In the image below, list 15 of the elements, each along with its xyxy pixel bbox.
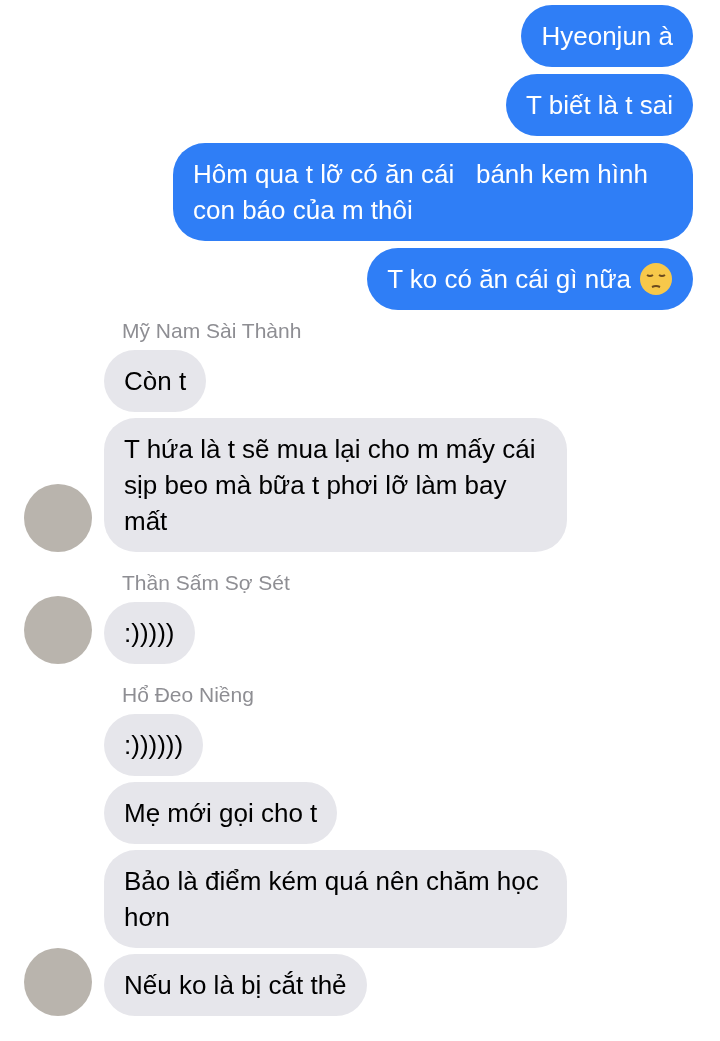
message-bubble: Mẹ mới gọi cho t	[104, 782, 338, 844]
message-bubble: Nếu ko là bị cắt thẻ	[104, 954, 367, 1016]
pensive-face-icon	[639, 262, 673, 296]
sender-name: Mỹ Nam Sài Thành	[121, 319, 302, 343]
sender-name: Hổ Đeo Niềng	[121, 683, 254, 707]
message-bubble: T hứa là t sẽ mua lại cho m mấy cái sịp beo mà bữa t phơi lỡ làm bay mất	[104, 418, 567, 552]
message-bubble: T biết là t sai	[506, 74, 693, 136]
message-bubble: Bảo là điểm kém quá nên chăm học hơn	[104, 850, 567, 948]
message-bubble: :)))))	[104, 602, 195, 664]
message-bubble: Hôm qua t lỡ có ăn cái bánh kem hình con báo của m thôi	[173, 143, 693, 241]
sender-name: Thần Sấm Sợ Sét	[121, 571, 290, 595]
message-bubble: :))))))	[104, 714, 204, 776]
message-bubble: T ko có ăn cái gì nữa	[367, 248, 693, 310]
message-bubble: Còn t	[104, 350, 207, 412]
message-bubble: Hyeonjun à	[521, 5, 693, 67]
